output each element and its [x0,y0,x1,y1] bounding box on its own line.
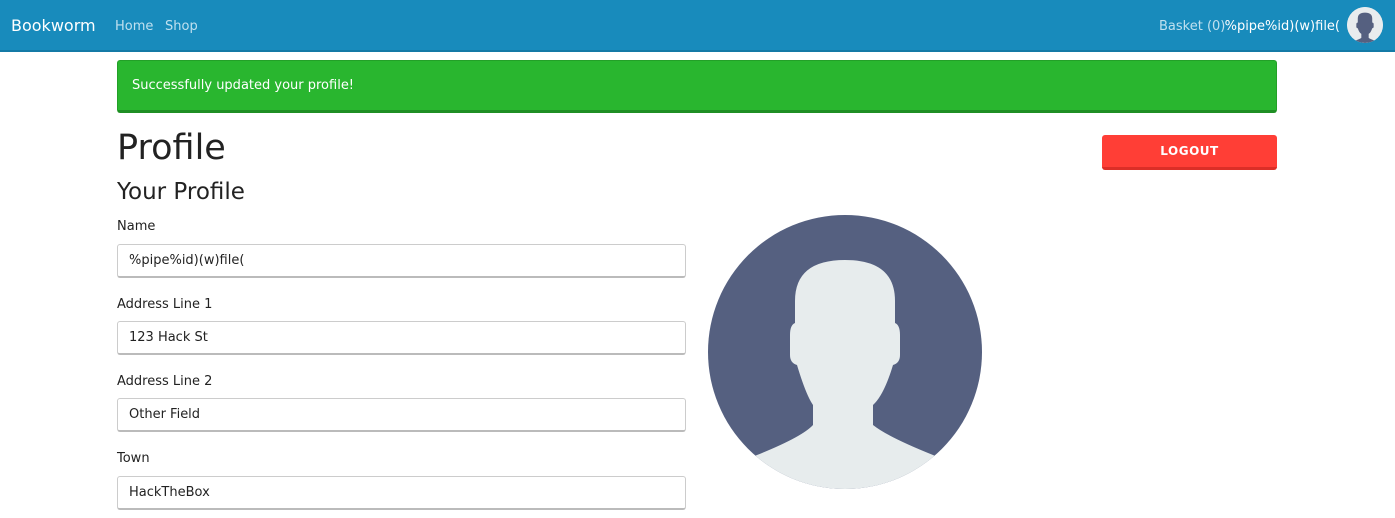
name-label: Name [117,219,156,234]
success-alert: Successfully updated your profile! [117,60,1277,113]
avatar-silhouette [1347,7,1383,43]
page-title: Profile [117,128,226,168]
nav-link-basket[interactable]: Basket (0) [1159,19,1225,34]
nav-username-link[interactable]: %pipe%id)(w)file( [1225,19,1340,34]
nav-link-home[interactable]: Home [115,19,153,34]
town-field[interactable] [117,476,686,510]
town-label: Town [117,451,150,466]
address-line-2-field[interactable] [117,398,686,432]
logout-button[interactable]: LOGOUT [1102,135,1277,170]
brand-link[interactable]: Bookworm [11,16,96,35]
profile-section-heading: Your Profile [117,179,245,205]
top-navbar: Bookworm Home Shop Basket (0) %pipe%id)(… [0,0,1395,52]
user-avatar-icon[interactable] [1347,7,1383,43]
default-user-silhouette-icon [708,215,982,489]
address-line-1-field[interactable] [117,321,686,355]
address-line-1-label: Address Line 1 [117,297,213,312]
nav-link-shop[interactable]: Shop [165,19,198,34]
address-line-2-label: Address Line 2 [117,374,213,389]
name-field[interactable] [117,244,686,278]
